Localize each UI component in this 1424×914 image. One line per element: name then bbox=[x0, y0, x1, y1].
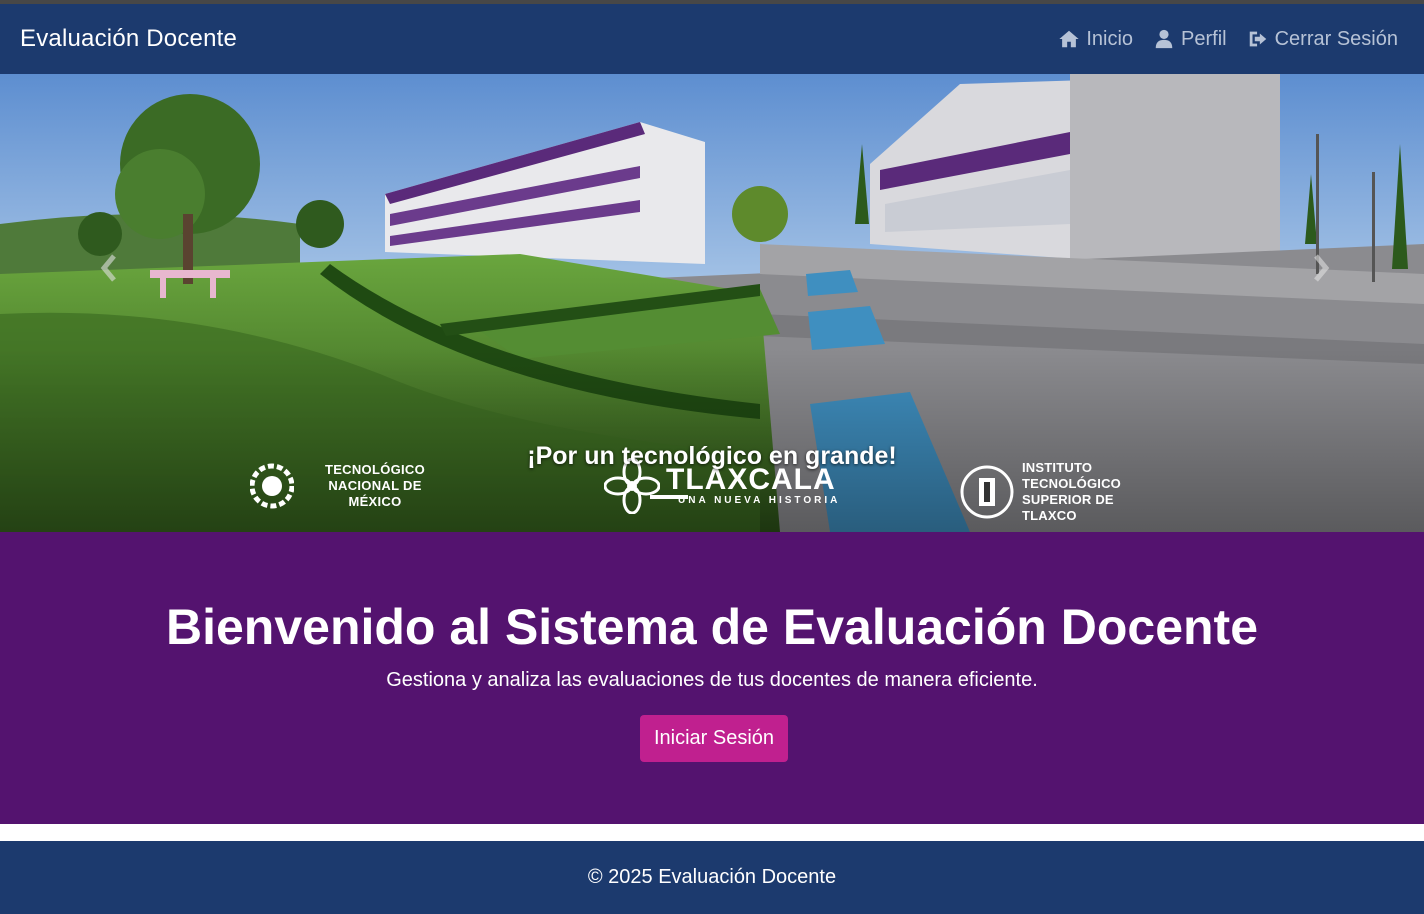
nav-links: Inicio Perfil Cerrar Sesión bbox=[1058, 28, 1398, 51]
navbar: Evaluación Docente Inicio Perfil Cerrar … bbox=[0, 4, 1424, 74]
sign-out-icon bbox=[1249, 31, 1266, 47]
footer: © 2025 Evaluación Docente bbox=[0, 841, 1424, 914]
chevron-left-icon bbox=[100, 254, 116, 282]
nav-link-label: Cerrar Sesión bbox=[1274, 27, 1398, 50]
carousel-prev-button[interactable] bbox=[94, 250, 124, 286]
carousel-caption: ¡Por un tecnológico en grande! bbox=[527, 442, 897, 470]
hero-section: Bienvenido al Sistema de Evaluación Doce… bbox=[0, 532, 1424, 824]
carousel-next-button[interactable] bbox=[1306, 250, 1336, 286]
navbar-brand[interactable]: Evaluación Docente bbox=[20, 25, 237, 53]
login-button[interactable]: Iniciar Sesión bbox=[640, 715, 788, 762]
tlaxcala-logo-tagline: UNA NUEVA HISTORIA bbox=[678, 495, 841, 506]
chevron-right-icon bbox=[1314, 254, 1330, 282]
nav-link-label: Perfil bbox=[1181, 27, 1227, 50]
nav-link-inicio[interactable]: Inicio bbox=[1058, 28, 1133, 51]
hero-title: Bienvenido al Sistema de Evaluación Doce… bbox=[165, 599, 1259, 655]
its-emblem-icon bbox=[960, 465, 1014, 519]
footer-text: © 2025 Evaluación Docente bbox=[587, 866, 837, 888]
image-carousel: TECNOLÓGICO NACIONAL DE MÉXICO TLAXCALA … bbox=[0, 74, 1424, 532]
carousel-indicator-active[interactable] bbox=[650, 495, 688, 499]
nav-link-label: Inicio bbox=[1086, 27, 1134, 50]
home-icon bbox=[1059, 30, 1079, 48]
user-icon bbox=[1155, 29, 1173, 49]
nav-link-cerrar-sesion[interactable]: Cerrar Sesión bbox=[1247, 28, 1398, 51]
nav-link-perfil[interactable]: Perfil bbox=[1153, 28, 1227, 51]
hero-subtitle: Gestiona y analiza las evaluaciones de t… bbox=[386, 669, 1038, 691]
